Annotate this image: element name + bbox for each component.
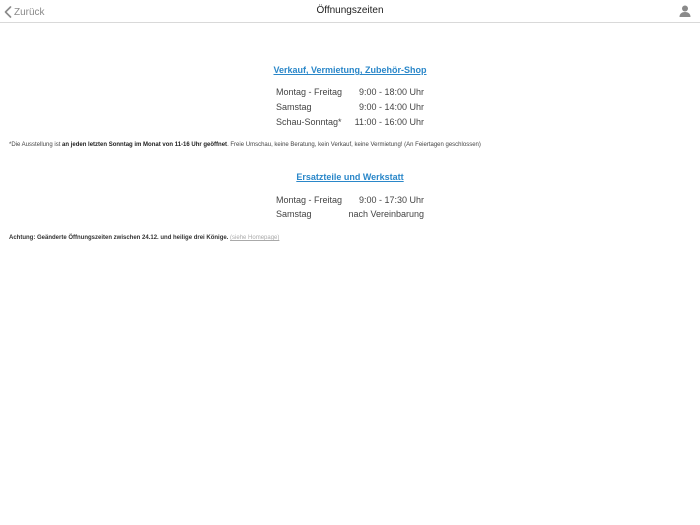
footnote-prefix: *Die Ausstellung ist — [9, 142, 63, 148]
workshop-hours-row: Montag - Freitag 9:00 - 17:30 Uhr — [276, 195, 424, 207]
page-title: Öffnungszeiten — [316, 5, 384, 16]
sales-section-title[interactable]: Verkauf, Vermietung, Zubehör-Shop — [0, 65, 700, 75]
time-label: 11:00 - 16:00 Uhr — [354, 117, 424, 127]
footnote-suffix: . Freie Umschau, keine Beratung, kein Ve… — [227, 142, 481, 148]
day-label: Samstag — [276, 209, 312, 219]
time-label: 9:00 - 17:30 Uhr — [358, 195, 424, 205]
time-label: 9:00 - 18:00 Uhr — [358, 87, 424, 97]
footnote-bold: an jeden letzten Sonntag im Monat von 11… — [62, 142, 228, 148]
workshop-hours-row: Samstag nach Vereinbarung — [276, 209, 424, 221]
exhibition-footnote: *Die Ausstellung ist an jeden letzten So… — [9, 142, 481, 148]
sales-hours-row: Montag - Freitag 9:00 - 18:00 Uhr — [276, 87, 424, 99]
day-label: Montag - Freitag — [276, 195, 343, 205]
workshop-section-title[interactable]: Ersatzteile und Werkstatt — [0, 172, 700, 182]
day-label: Schau-Sonntag* — [276, 117, 342, 127]
user-icon — [679, 5, 691, 17]
user-button[interactable] — [678, 4, 692, 18]
homepage-link[interactable]: (siehe Homepage) — [230, 235, 279, 241]
sales-hours-row: Schau-Sonntag* 11:00 - 16:00 Uhr — [276, 117, 424, 129]
sales-hours-row: Samstag 9:00 - 14:00 Uhr — [276, 102, 424, 114]
day-label: Samstag — [276, 102, 312, 112]
holiday-notice: Achtung: Geänderte Öffnungszeiten zwisch… — [9, 235, 279, 241]
day-label: Montag - Freitag — [276, 87, 343, 97]
time-label: 9:00 - 14:00 Uhr — [358, 102, 424, 112]
notice-text: Achtung: Geänderte Öffnungszeiten zwisch… — [9, 235, 231, 241]
navigation-bar: Zurück Öffnungszeiten — [0, 0, 700, 23]
time-label: nach Vereinbarung — [348, 209, 424, 219]
